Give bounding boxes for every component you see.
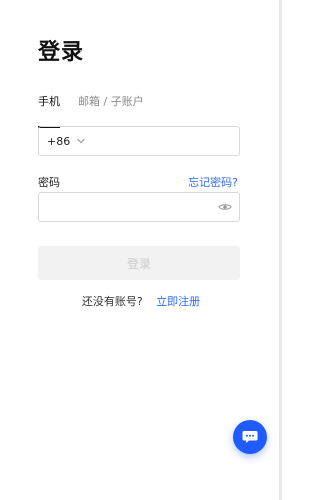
tab-email-subaccount[interactable]: 邮箱 / 子账户 bbox=[78, 92, 144, 120]
register-link[interactable]: 立即注册 bbox=[156, 295, 200, 308]
register-prompt: 还没有账号? 立即注册 bbox=[0, 293, 282, 309]
tab-phone[interactable]: 手机 bbox=[38, 92, 60, 128]
chevron-down-icon bbox=[77, 138, 85, 144]
scrollbar-track bbox=[279, 0, 282, 500]
password-label: 密码 bbox=[38, 176, 60, 189]
password-field bbox=[38, 192, 240, 222]
country-code-value: +86 bbox=[47, 134, 71, 148]
login-button[interactable]: 登录 bbox=[38, 246, 240, 280]
register-question: 还没有账号? bbox=[81, 295, 143, 308]
login-method-tabs: 手机 邮箱 / 子账户 bbox=[38, 92, 144, 128]
login-page: 登录 手机 邮箱 / 子账户 +86 密码 忘记密码? 登录 还没有账号? 立即… bbox=[0, 0, 282, 500]
chat-button[interactable] bbox=[233, 420, 267, 454]
forgot-password-link[interactable]: 忘记密码? bbox=[188, 174, 238, 190]
country-code-select[interactable]: +86 bbox=[39, 135, 86, 148]
page-title: 登录 bbox=[38, 40, 85, 65]
eye-icon[interactable] bbox=[217, 199, 233, 215]
chat-bubble-icon bbox=[242, 431, 258, 443]
phone-input[interactable] bbox=[94, 127, 249, 155]
phone-field: +86 bbox=[38, 126, 249, 156]
password-input[interactable] bbox=[39, 193, 217, 221]
